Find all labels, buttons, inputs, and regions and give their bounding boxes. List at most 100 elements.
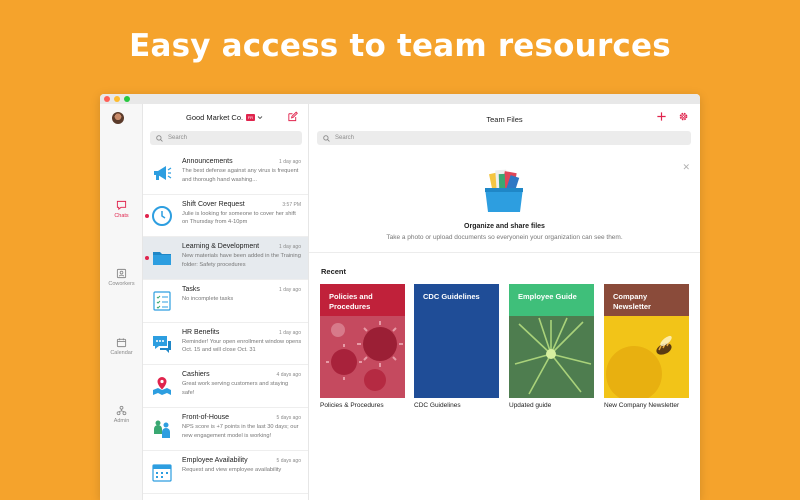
chevron-down-icon [257, 116, 262, 120]
rail-label-coworkers: Coworkers [108, 281, 135, 287]
map-pin-icon [151, 375, 173, 397]
card-title: Company Newsletter [613, 292, 651, 311]
conversation-title: HR Benefits [182, 328, 220, 336]
card-caption: Policies & Procedures [320, 402, 384, 409]
file-thumbnail: Company Newsletter [604, 284, 689, 398]
conversation-time: 1 day ago [279, 287, 301, 294]
conversation-item[interactable]: Announcements 1 day ago The best defense a… [143, 152, 308, 195]
headline: Easy access to team resources [129, 28, 671, 64]
conversation-preview: Great work serving customers and staying… [182, 381, 289, 396]
list-search-placeholder: Search [168, 135, 188, 141]
rail-item-coworkers[interactable]: Coworkers [100, 268, 143, 287]
card-caption: New Company Newsletter [604, 402, 680, 409]
checklist-icon [151, 290, 173, 312]
people-icon [151, 418, 173, 440]
clock-icon [151, 205, 173, 227]
list-search-input[interactable]: Search [150, 131, 302, 145]
conversation-preview: Request and view employee availability [182, 466, 282, 473]
file-thumbnail: CDC Guidelines [414, 284, 499, 398]
conversation-list: Good Market Co. FR Search Announcements 1… [143, 104, 309, 500]
org-name: Good Market Co. [186, 113, 244, 122]
search-icon [323, 134, 330, 142]
rail-item-chats[interactable]: Chats [100, 200, 143, 219]
rail-label-chats: Chats [114, 213, 129, 219]
file-card-policies[interactable]: Policies and Procedures Policies & Proce… [320, 284, 405, 409]
app-window: Chats Coworkers Calendar Admin Good Mark… [100, 94, 700, 500]
unread-dot [145, 213, 149, 218]
page-title: Team Files [486, 115, 523, 124]
empty-state-subtitle: Take a photo or upload documents so ever… [386, 234, 623, 241]
card-title: CDC Guidelines [423, 292, 480, 301]
rail-item-admin[interactable]: Admin [100, 405, 143, 424]
empty-state-title: Organize and share files [464, 223, 545, 230]
conversation-preview: New materials have been added in the Tra… [182, 253, 301, 268]
chat-bubbles-icon [151, 333, 173, 355]
conversation-item[interactable]: Shift Cover Request 3:57 PM Julie is looki… [143, 195, 308, 238]
conversation-time: 3:57 PM [282, 201, 301, 208]
file-basket-illustration [485, 169, 523, 212]
conversation-item[interactable]: Learning & Development 1 day ago New mater… [143, 237, 308, 281]
files-search-input[interactable]: Search [317, 131, 691, 145]
conversation-title: Tasks [182, 286, 200, 294]
file-card-employee-guide[interactable]: Employee Guide Updated guide [509, 284, 594, 409]
conversation-item[interactable]: Employee Availability 5 days ago Request a… [143, 451, 308, 494]
conversation-time: 4 days ago [276, 372, 301, 379]
list-header: Good Market Co. FR [143, 104, 308, 126]
rail-label-calendar: Calendar [110, 350, 133, 356]
avatar[interactable] [112, 112, 124, 124]
calendar-icon [116, 338, 127, 348]
org-switcher[interactable]: Good Market Co. FR [186, 113, 263, 122]
gear-icon[interactable] [678, 111, 689, 122]
card-title: Policies and Procedures [329, 292, 373, 311]
conversation-time: 1 day ago [279, 329, 301, 336]
title-bar [100, 94, 700, 104]
conversation-time: 1 day ago [279, 244, 301, 251]
file-thumbnail: Policies and Procedures [320, 284, 405, 398]
conversation-item[interactable]: Front-of-House 5 days ago NPS score is +7 … [143, 408, 308, 451]
card-title: Employee Guide [518, 292, 577, 301]
conversation-preview: No incomplete tasks [182, 296, 234, 303]
megaphone-icon [151, 162, 173, 184]
calendar-icon [151, 461, 173, 483]
search-icon [156, 134, 163, 142]
org-chart-icon [116, 405, 127, 416]
minimize-window-button[interactable] [114, 96, 120, 102]
conversation-preview: NPS score is +7 points in the last 30 da… [182, 424, 299, 439]
conversation-title: Cashiers [182, 371, 210, 379]
conversation-title: Shift Cover Request [182, 200, 245, 208]
add-icon[interactable] [656, 111, 667, 122]
file-thumbnail: Employee Guide [509, 284, 594, 398]
card-caption: CDC Guidelines [414, 402, 461, 409]
files-panel: Team Files Search ✕ Organize and share f… [309, 104, 700, 500]
conversation-items: Announcements 1 day ago The best defense a… [143, 152, 308, 494]
contact-card-icon [116, 268, 127, 279]
conversation-preview: Reminder! Your open enrollment window op… [182, 338, 302, 354]
empty-state-banner: ✕ Organize and share files Take a photo … [309, 157, 700, 253]
conversation-title: Announcements [182, 158, 233, 165]
folder-icon [151, 247, 173, 269]
conversation-item[interactable]: Cashiers 4 days ago Great work serving cus… [143, 365, 308, 409]
rail-label-admin: Admin [113, 418, 130, 424]
file-card-cdc[interactable]: CDC Guidelines CDC Guidelines [414, 284, 499, 409]
files-search-placeholder: Search [335, 135, 355, 141]
close-icon[interactable]: ✕ [682, 162, 690, 173]
recent-heading: Recent [321, 267, 347, 276]
conversation-title: Employee Availability [182, 456, 248, 464]
rail-item-calendar[interactable]: Calendar [100, 337, 143, 356]
conversation-preview: The best defense against any virus is fr… [182, 168, 299, 183]
org-badge: FR [246, 114, 255, 121]
conversation-item[interactable]: HR Benefits 1 day ago Reminder! Your open … [143, 323, 308, 366]
conversation-title: Learning & Development [182, 243, 260, 251]
conversation-time: 5 days ago [276, 415, 301, 422]
compose-icon[interactable] [287, 111, 298, 122]
zoom-window-button[interactable] [124, 96, 130, 102]
conversation-title: Front-of-House [182, 414, 230, 422]
unread-dot [145, 256, 149, 261]
conversation-preview: Julie is looking for someone to cover he… [182, 210, 296, 226]
conversation-item[interactable]: Tasks 1 day ago No incomplete tasks [143, 280, 308, 323]
conversation-time: 1 day ago [279, 159, 301, 165]
chat-icon [116, 200, 127, 211]
file-card-newsletter[interactable]: Company Newsletter New Company Newslette… [604, 284, 689, 409]
close-window-button[interactable] [104, 96, 110, 102]
card-caption: Updated guide [509, 402, 552, 409]
